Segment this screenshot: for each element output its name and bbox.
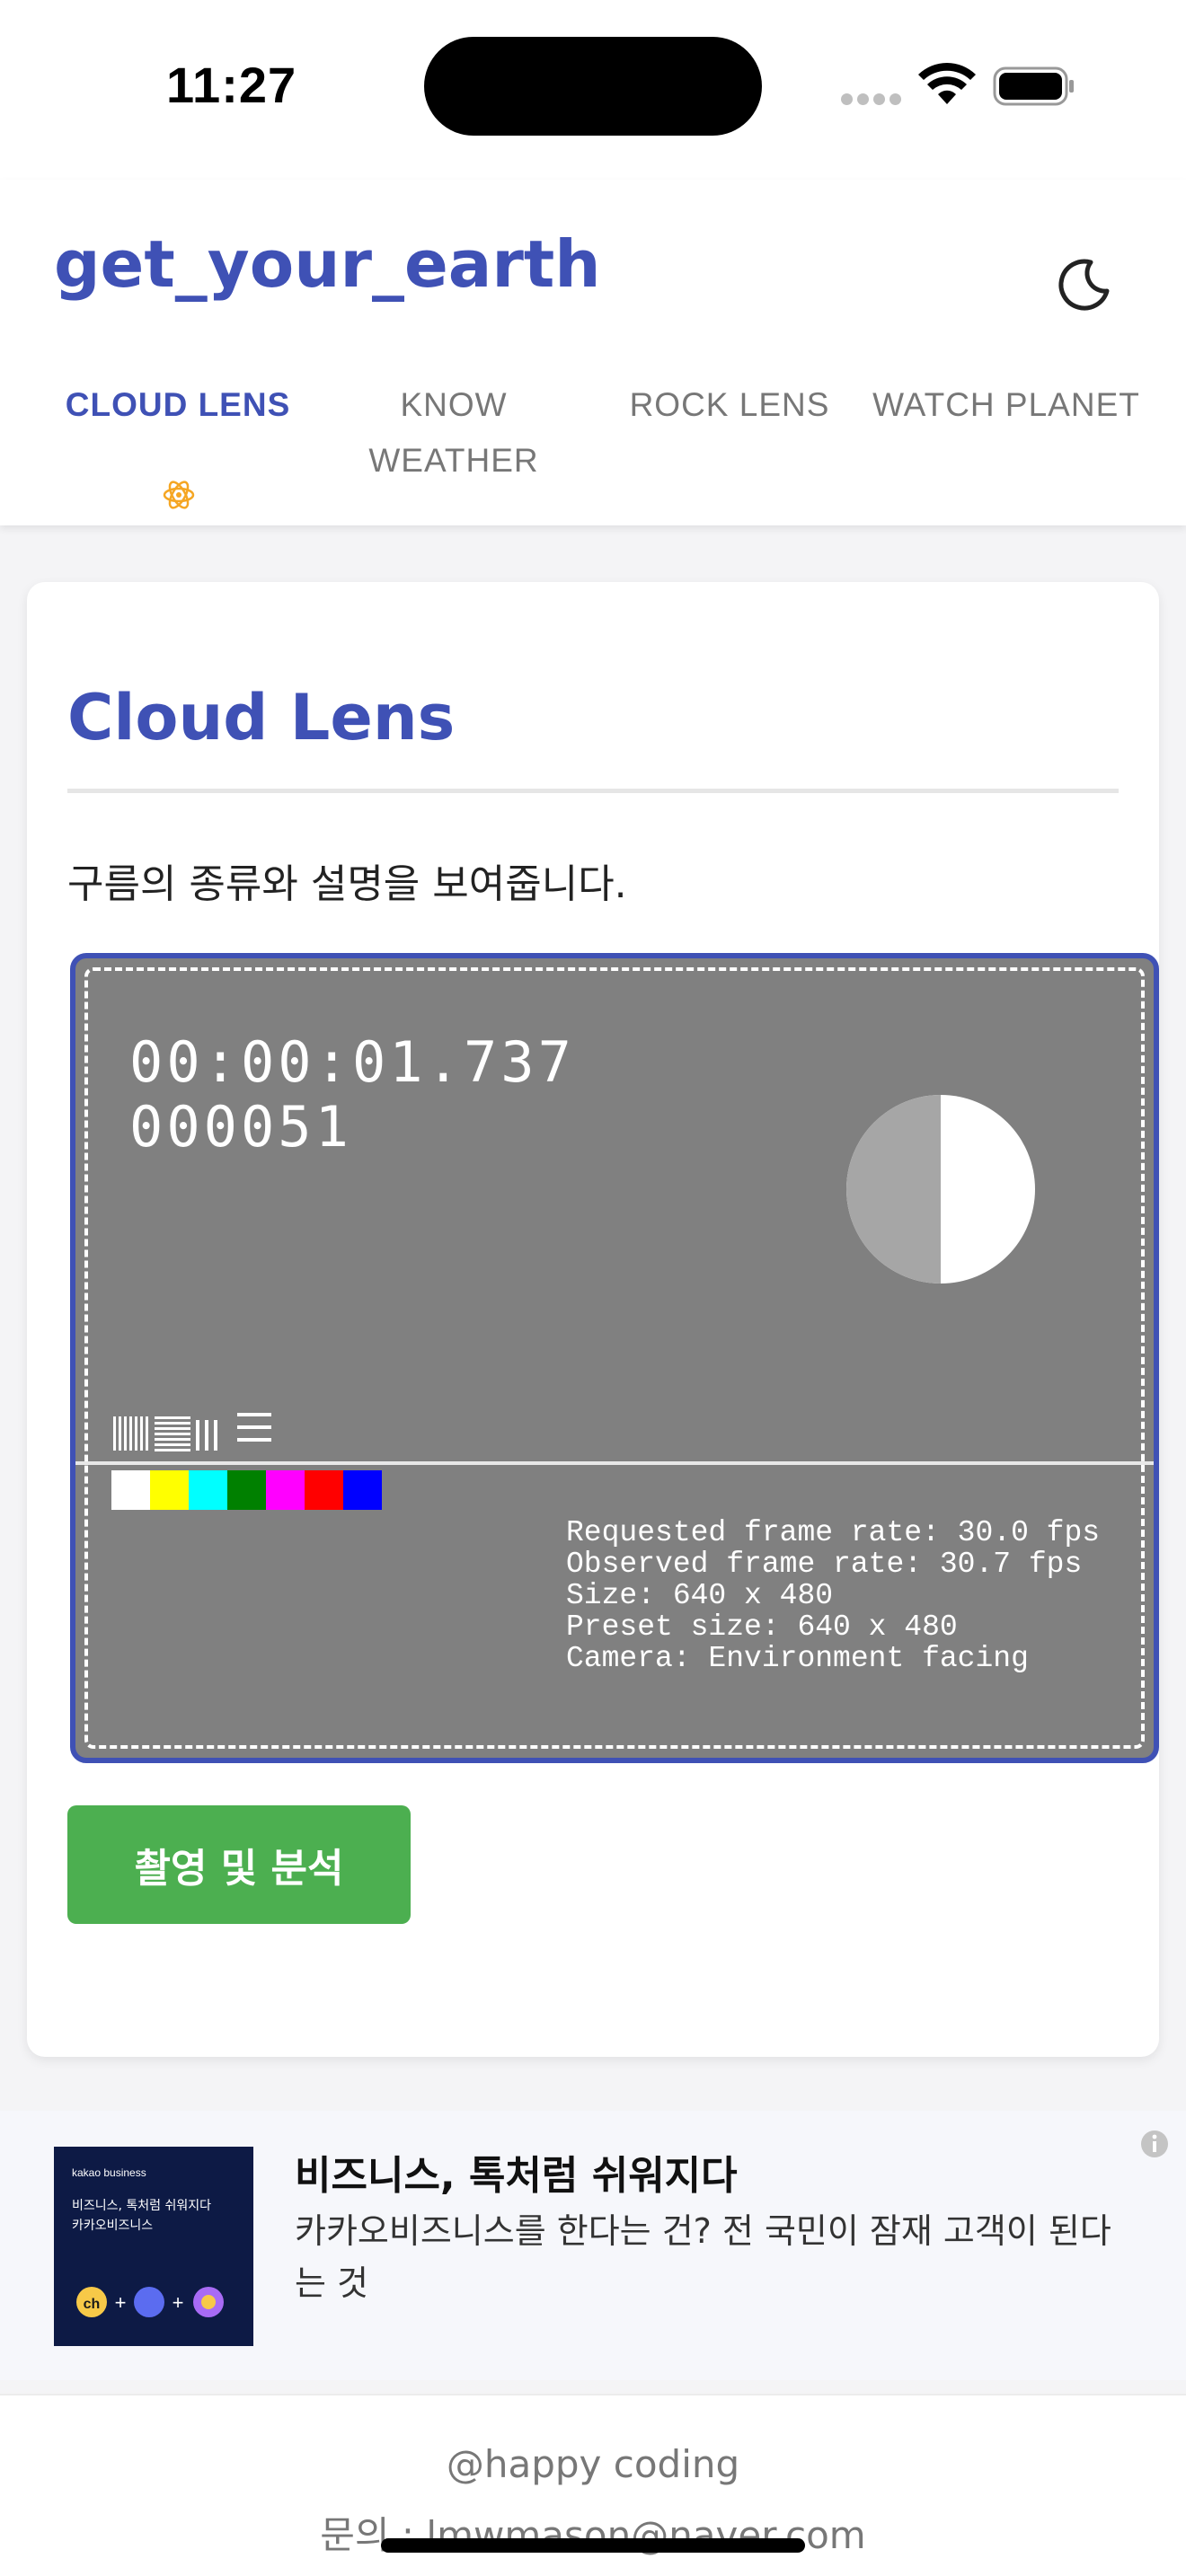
ad-thumb-line: 카카오비즈니스 [72, 2219, 154, 2233]
ad-thumbnail[interactable]: kakao business 비즈니스, 톡처럼 쉬워지다 카카오비즈니스 ch… [54, 2147, 253, 2346]
svg-text:+: + [115, 2291, 127, 2314]
ad-banner[interactable]: kakao business 비즈니스, 톡처럼 쉬워지다 카카오비즈니스 ch… [0, 2111, 1186, 2380]
info-icon[interactable] [1139, 2129, 1170, 2159]
camera-horizon-line [75, 1461, 1154, 1465]
tab-cloud-lens[interactable]: CLOUD LENS [43, 377, 313, 433]
battery-icon [993, 66, 1074, 106]
camera-preview[interactable]: 00:00:01.737 000051 Requested frame rate… [70, 953, 1159, 1763]
test-pattern-bars-icon [113, 1413, 271, 1451]
atom-icon [163, 481, 195, 509]
footer-credit: @happy coding [446, 2442, 740, 2486]
page-title: Cloud Lens [67, 681, 456, 754]
svg-text:ch: ch [84, 2297, 101, 2312]
title-divider [67, 789, 1119, 793]
camera-info-line: Camera: Environment facing [566, 1642, 1029, 1675]
svg-text:+: + [173, 2291, 184, 2314]
ad-thumb-icons: ch + + [76, 2287, 224, 2317]
camera-info-line: Size: 640 x 480 [566, 1579, 834, 1612]
test-pattern-pie-icon [846, 1095, 1035, 1284]
camera-info-line: Preset size: 640 x 480 [566, 1610, 958, 1644]
camera-info-line: Observed frame rate: 30.7 fps [566, 1548, 1083, 1581]
status-time: 11:27 [166, 57, 297, 113]
camera-time: 00:00:01.737 [129, 1029, 575, 1095]
ad-thumb-line: 비즈니스, 톡처럼 쉬워지다 [72, 2199, 212, 2213]
capture-analyze-button[interactable]: 촬영 및 분석 [67, 1805, 411, 1924]
cellular-dots-icon [841, 93, 902, 106]
tab-rock-lens[interactable]: ROCK LENS [595, 377, 864, 433]
camera-info-line: Requested frame rate: 30.0 fps [566, 1516, 1101, 1549]
swatch-magenta [266, 1470, 305, 1510]
ad-thumb-brand: kakao business [72, 2166, 146, 2179]
swatch-white [111, 1470, 150, 1510]
camera-timecode: 00:00:01.737 000051 [129, 1030, 575, 1160]
dynamic-island [424, 37, 762, 136]
cloud-lens-card: Cloud Lens 구름의 종류와 설명을 보여줍니다. 00:00:01.7… [27, 582, 1159, 2057]
tab-know-weather[interactable]: KNOW WEATHER [319, 377, 589, 489]
brand-logo[interactable]: get_your_earth [54, 226, 601, 302]
home-indicator[interactable] [381, 2538, 805, 2553]
tab-watch-planet[interactable]: WATCH PLANET [872, 377, 1141, 433]
swatch-cyan [189, 1470, 227, 1510]
page-description: 구름의 종류와 설명을 보여줍니다. [67, 861, 627, 907]
app-header: get_your_earth CLOUD LENS KNOW WEATHER R… [0, 180, 1186, 525]
swatch-yellow [150, 1470, 189, 1510]
swatch-green [227, 1470, 266, 1510]
status-bar: 11:27 [0, 0, 1186, 180]
camera-frame-number: 000051 [129, 1094, 352, 1160]
wifi-icon [918, 63, 976, 104]
ad-body[interactable]: 카카오비즈니스를 한다는 건? 전 국민이 잠재 고객이 된다는 것 [295, 2205, 1121, 2309]
color-swatches [111, 1470, 382, 1510]
swatch-blue [343, 1470, 382, 1510]
ad-headline[interactable]: 비즈니스, 톡처럼 쉬워지다 [295, 2143, 738, 2201]
swatch-red [305, 1470, 343, 1510]
camera-info: Requested frame rate: 30.0 fps Observed f… [566, 1517, 1100, 1674]
moon-icon[interactable] [1051, 253, 1114, 316]
